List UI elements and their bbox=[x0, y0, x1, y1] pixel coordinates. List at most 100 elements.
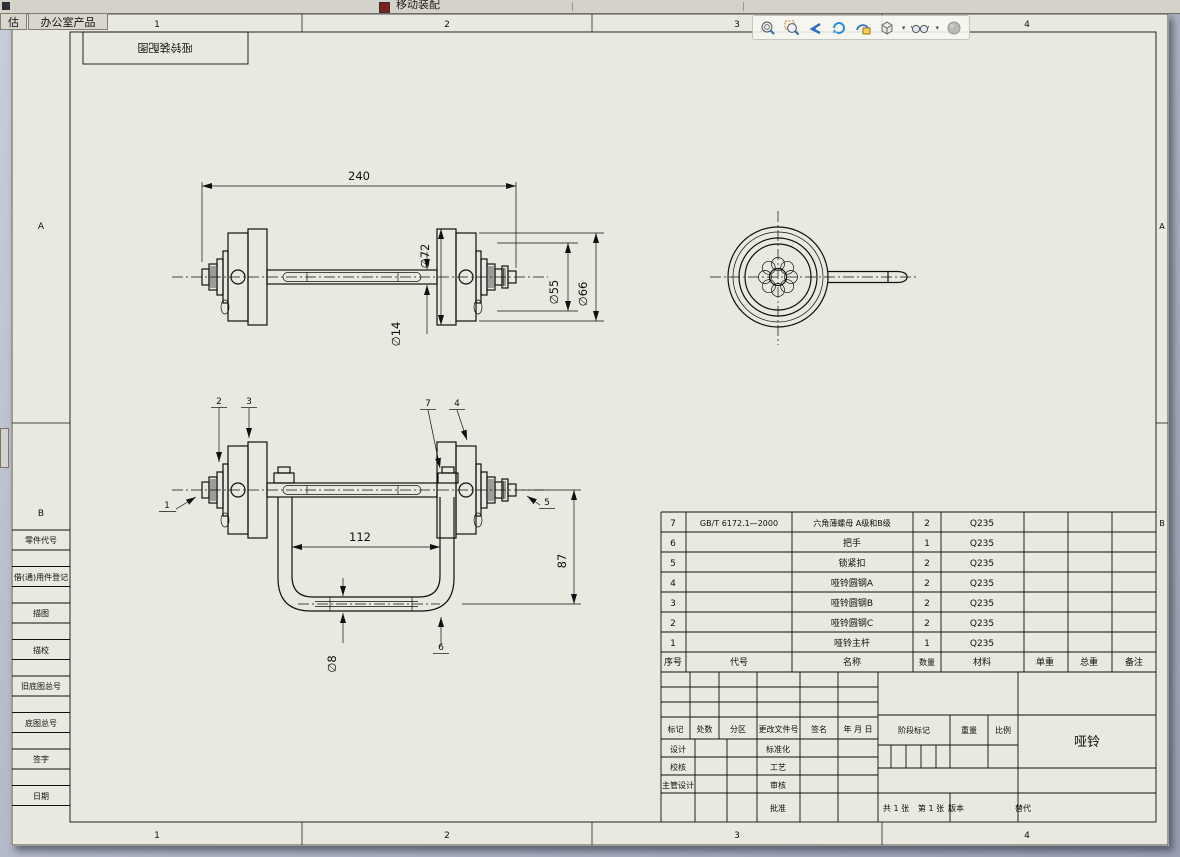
bom-row: 5 锁紧扣 2 Q235 bbox=[670, 557, 994, 569]
zone-labels: 1 2 3 4 1 2 3 4 A B A B bbox=[38, 20, 1165, 841]
rotate-view-icon[interactable] bbox=[829, 18, 850, 37]
zone-col: 3 bbox=[734, 831, 740, 841]
bom-qty: 2 bbox=[924, 579, 930, 589]
part-title: 哑铃 bbox=[1074, 735, 1100, 750]
dimension-d14: ∅14 bbox=[389, 322, 403, 347]
bom-seq: 5 bbox=[670, 559, 676, 569]
bom-row: 2 哑铃圆钢C 2 Q235 bbox=[670, 617, 994, 629]
bom-seq: 4 bbox=[670, 579, 676, 589]
bom-name: 哑铃主杆 bbox=[834, 637, 870, 649]
bom-qty: 2 bbox=[924, 599, 930, 609]
left-margin-strip: 零件代号 借(通)用件登记 描图 描校 旧底图总号 底图总号 签字 日期 bbox=[12, 529, 70, 806]
dumbbell-geometry bbox=[172, 228, 548, 326]
bom-header: 单重 bbox=[1036, 656, 1054, 668]
tb-label: 工艺 bbox=[770, 763, 786, 772]
previous-view-icon[interactable] bbox=[805, 18, 826, 37]
3d-drawing-view-icon[interactable] bbox=[853, 18, 874, 37]
bom-material: Q235 bbox=[970, 579, 994, 589]
strip-label: 零件代号 bbox=[25, 535, 57, 545]
bom-seq: 7 bbox=[670, 519, 676, 529]
zone-row: B bbox=[1159, 519, 1165, 528]
bom-qty: 2 bbox=[924, 619, 930, 629]
tb-label: 版本 bbox=[948, 803, 964, 813]
strip-label: 描校 bbox=[33, 645, 49, 655]
bom-header: 备注 bbox=[1125, 656, 1143, 668]
sheet-frame: 哑铃装配图 bbox=[11, 13, 1169, 846]
dimension-d66: ∅66 bbox=[576, 282, 590, 307]
tab-office-products[interactable]: 办公室产品 bbox=[28, 13, 108, 30]
balloon-5: 5 bbox=[544, 498, 550, 508]
tb-label: 第 1 张 bbox=[918, 803, 944, 813]
strip-label: 借(通)用件登记 bbox=[14, 572, 68, 582]
zone-col: 2 bbox=[444, 20, 450, 30]
bom-qty: 1 bbox=[924, 639, 930, 649]
balloon-callouts: 1 2 3 7 4 5 6 bbox=[159, 397, 555, 654]
corner-label: 哑铃装配图 bbox=[138, 41, 193, 55]
bom-qty: 1 bbox=[924, 539, 930, 549]
menu-item-fragment[interactable]: 移动装配 bbox=[396, 0, 440, 12]
tb-label: 标准化 bbox=[766, 744, 790, 754]
bom-code: GB/T 6172.1—2000 bbox=[700, 519, 778, 528]
tb-label: 阶段标记 bbox=[898, 725, 930, 735]
tb-label: 批准 bbox=[770, 803, 786, 813]
strip-label: 旧底图总号 bbox=[21, 681, 61, 691]
bom-row: 4 哑铃圆钢A 2 Q235 bbox=[670, 577, 994, 589]
zone-col: 1 bbox=[154, 831, 160, 841]
tb-label: 设计 bbox=[670, 744, 686, 754]
bom-material: Q235 bbox=[970, 599, 994, 609]
bom-material: Q235 bbox=[970, 619, 994, 629]
bom-seq: 3 bbox=[670, 599, 676, 609]
zoom-to-area-icon[interactable] bbox=[781, 18, 802, 37]
bom-seq: 2 bbox=[670, 619, 676, 629]
zone-row: A bbox=[1159, 222, 1165, 231]
tb-label: 年 月 日 bbox=[843, 724, 872, 734]
bom-name: 把手 bbox=[843, 537, 861, 549]
bom-name: 哑铃圆钢A bbox=[831, 577, 874, 589]
tb-label: 替代 bbox=[1015, 803, 1031, 813]
bom-row: 7 GB/T 6172.1—2000 六角薄螺母 A级和B级 2 Q235 bbox=[670, 518, 994, 529]
tb-label: 共 1 张 bbox=[883, 804, 909, 813]
view-orientation-dropdown[interactable]: ▾ bbox=[900, 24, 907, 32]
menu-separator bbox=[743, 2, 744, 11]
bom-seq: 6 bbox=[670, 539, 676, 549]
tb-label: 主管设计 bbox=[662, 780, 694, 790]
tb-label: 处数 bbox=[697, 724, 713, 734]
dimension-87: 87 bbox=[555, 554, 569, 569]
balloon-1: 1 bbox=[164, 501, 170, 511]
display-style-icon[interactable] bbox=[910, 18, 931, 37]
tb-label: 分区 bbox=[730, 725, 746, 734]
edit-appearance-icon[interactable] bbox=[944, 18, 965, 37]
title-block: 标记 处数 分区 更改文件号 签名 年 月 日 设计 校核 主管设计 标准化 工… bbox=[661, 672, 1156, 822]
strip-label: 描图 bbox=[33, 608, 49, 618]
balloon-4: 4 bbox=[454, 399, 460, 409]
tb-label: 更改文件号 bbox=[759, 724, 799, 734]
tb-label: 校核 bbox=[670, 762, 686, 772]
bom-qty: 2 bbox=[924, 519, 930, 529]
tb-label: 比例 bbox=[995, 725, 1011, 735]
bom-header: 序号 bbox=[664, 656, 682, 668]
balloon-7: 7 bbox=[425, 399, 431, 409]
bom-row: 6 把手 1 Q235 bbox=[670, 537, 994, 549]
left-panel-tab[interactable] bbox=[0, 428, 9, 468]
bom-material: Q235 bbox=[970, 539, 994, 549]
bom-table: 序号 代号 名称 数量 材料 单重 总重 备注 7 GB/T 6172.1—20… bbox=[660, 511, 1156, 822]
zoom-to-fit-icon[interactable] bbox=[757, 18, 778, 37]
bom-row: 1 哑铃主杆 1 Q235 bbox=[670, 637, 994, 649]
bom-row: 3 哑铃圆钢B 2 Q235 bbox=[670, 597, 994, 609]
bom-header: 名称 bbox=[843, 656, 861, 668]
bom-material: Q235 bbox=[970, 639, 994, 649]
zone-col: 4 bbox=[1024, 831, 1030, 841]
dimension-240: 240 bbox=[348, 169, 370, 183]
drawing-canvas: 哑铃装配图 1 2 3 4 1 2 3 4 A B A B 240 ∅72 ∅5… bbox=[11, 13, 1169, 846]
zone-row: B bbox=[38, 509, 44, 519]
front-view-dimensions: 240 ∅72 ∅55 ∅66 ∅14 bbox=[201, 169, 604, 347]
tb-label: 审核 bbox=[770, 780, 786, 790]
bom-name: 哑铃圆钢C bbox=[831, 617, 873, 629]
bom-header: 代号 bbox=[730, 657, 748, 668]
tab-evaluate[interactable]: 估 bbox=[0, 13, 27, 30]
zone-row: A bbox=[38, 222, 45, 232]
bom-material: Q235 bbox=[970, 519, 994, 529]
display-style-dropdown[interactable]: ▾ bbox=[934, 24, 941, 32]
bottom-view-dumbbell bbox=[171, 441, 549, 539]
view-orientation-icon[interactable] bbox=[876, 18, 897, 37]
